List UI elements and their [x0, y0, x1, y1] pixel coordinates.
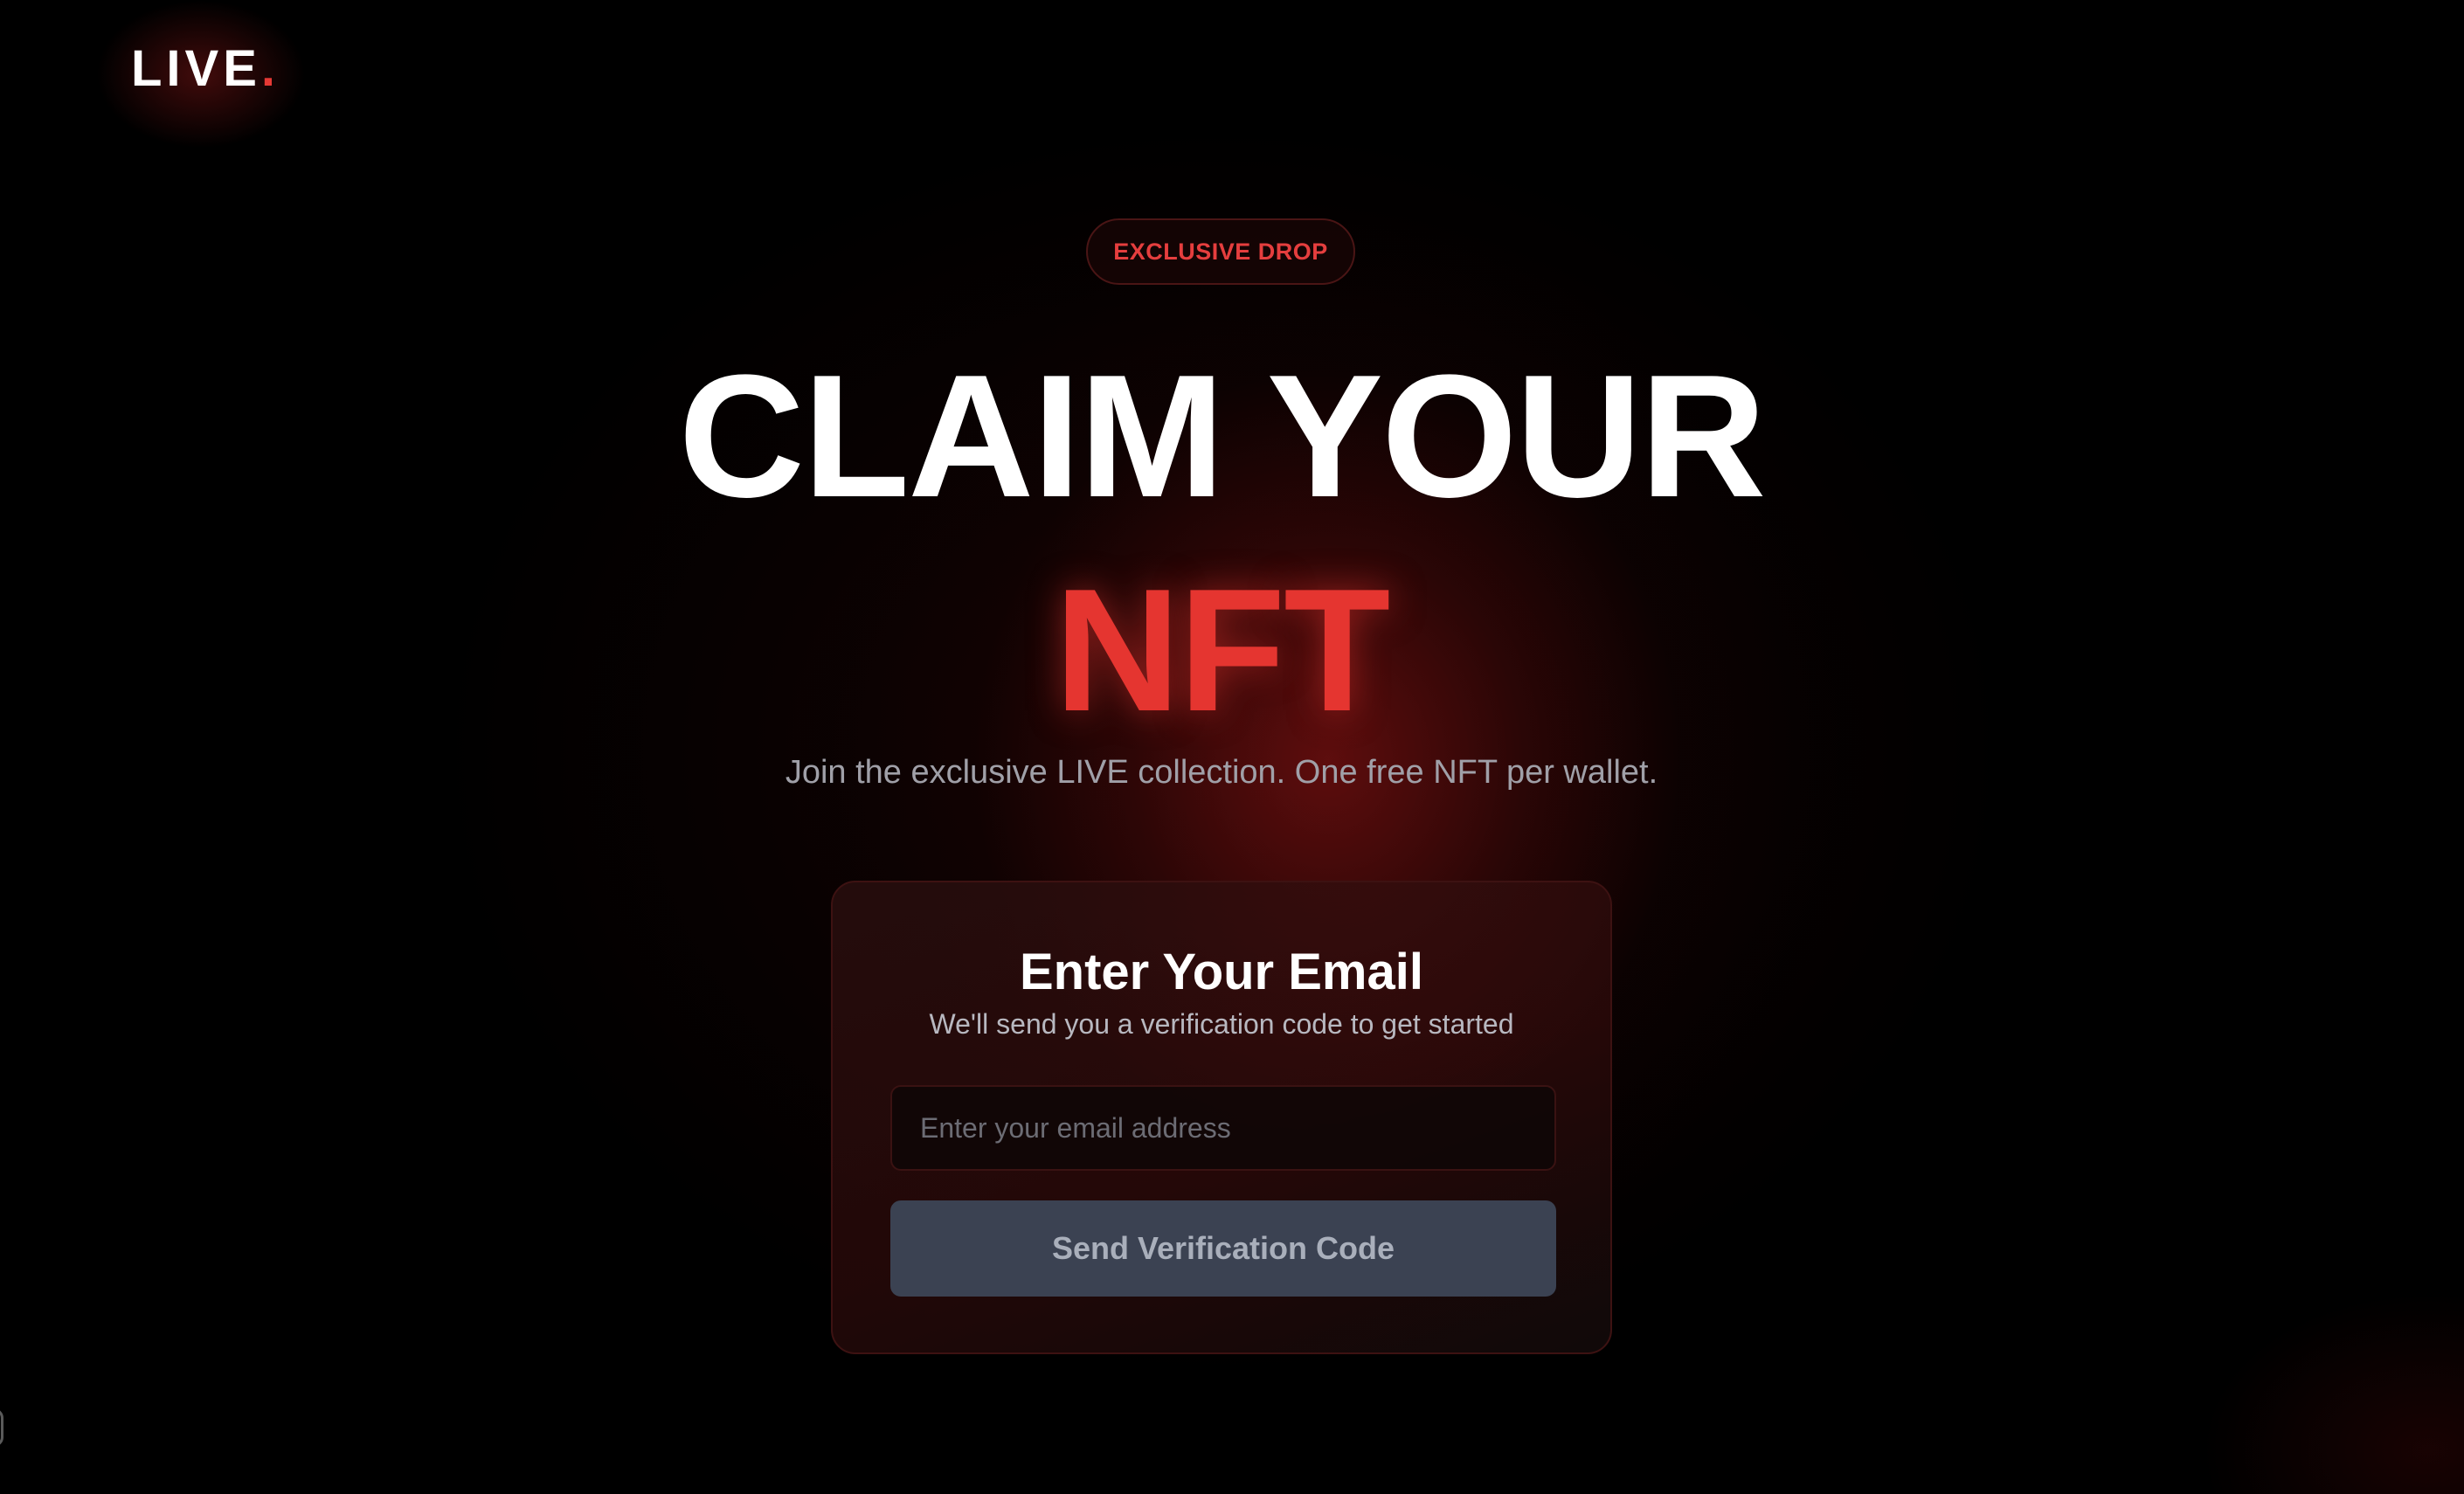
email-card: Enter Your Email We'll send you a verifi…: [831, 881, 1612, 1354]
side-handle-icon[interactable]: [0, 1408, 3, 1447]
hero-headline-accent: NFT: [1054, 553, 1391, 748]
exclusive-drop-badge: EXCLUSIVE DROP: [1086, 218, 1355, 285]
logo-text: LIVE: [131, 40, 261, 97]
logo-dot: .: [260, 40, 280, 97]
logo[interactable]: LIVE.: [131, 38, 280, 100]
hero-headline: CLAIM YOUR: [678, 339, 1767, 534]
page: LIVE. EXCLUSIVE DROP CLAIM YOUR NFT Join…: [0, 0, 2464, 1494]
hero-subtitle: Join the exclusive LIVE collection. One …: [785, 754, 1658, 791]
card-title: Enter Your Email: [1020, 944, 1423, 1000]
card-subtitle: We'll send you a verification code to ge…: [929, 1008, 1514, 1040]
email-input[interactable]: [890, 1085, 1556, 1171]
send-verification-code-button[interactable]: Send Verification Code: [890, 1200, 1556, 1297]
